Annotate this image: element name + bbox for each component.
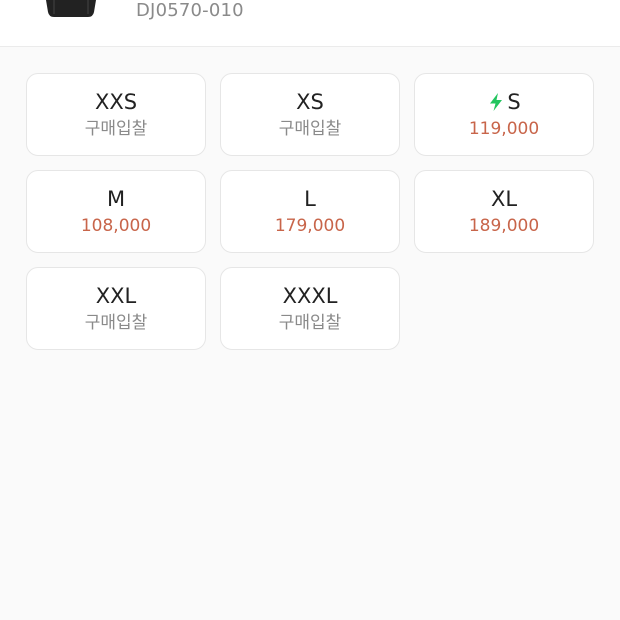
- size-status: 구매입찰: [278, 313, 342, 333]
- size-option-xxs[interactable]: XXS 구매입찰: [26, 73, 206, 156]
- size-option-xxl[interactable]: XXL 구매입찰: [26, 267, 206, 350]
- size-grid: XXS 구매입찰 XS 구매입찰 S 119,000 M 108,000 L 1…: [26, 73, 594, 350]
- product-thumbnail: [46, 0, 96, 17]
- size-option-xxxl[interactable]: XXXL 구매입찰: [220, 267, 400, 350]
- size-option-xs[interactable]: XS 구매입찰: [220, 73, 400, 156]
- size-price: 179,000: [274, 216, 346, 236]
- size-option-xl[interactable]: XL 189,000: [414, 170, 594, 253]
- size-label: XXS: [94, 90, 138, 114]
- size-label: XS: [296, 90, 324, 114]
- size-label: L: [304, 187, 316, 211]
- size-label: XXXL: [282, 284, 338, 308]
- size-price: 189,000: [468, 216, 540, 236]
- size-status: 구매입찰: [84, 313, 148, 333]
- size-status: 구매입찰: [84, 119, 148, 139]
- size-price: 108,000: [80, 216, 152, 236]
- lightning-bolt-icon: [490, 93, 503, 111]
- size-price: 119,000: [468, 119, 540, 139]
- size-label: XXL: [95, 284, 137, 308]
- product-model-number: DJ0570-010: [136, 0, 244, 21]
- product-header: DJ0570-010: [0, 0, 620, 47]
- size-option-m[interactable]: M 108,000: [26, 170, 206, 253]
- size-option-s[interactable]: S 119,000: [414, 73, 594, 156]
- size-label: M: [106, 187, 126, 211]
- size-label: XL: [490, 187, 518, 211]
- size-option-l[interactable]: L 179,000: [220, 170, 400, 253]
- size-label: S: [507, 90, 521, 114]
- size-status: 구매입찰: [278, 119, 342, 139]
